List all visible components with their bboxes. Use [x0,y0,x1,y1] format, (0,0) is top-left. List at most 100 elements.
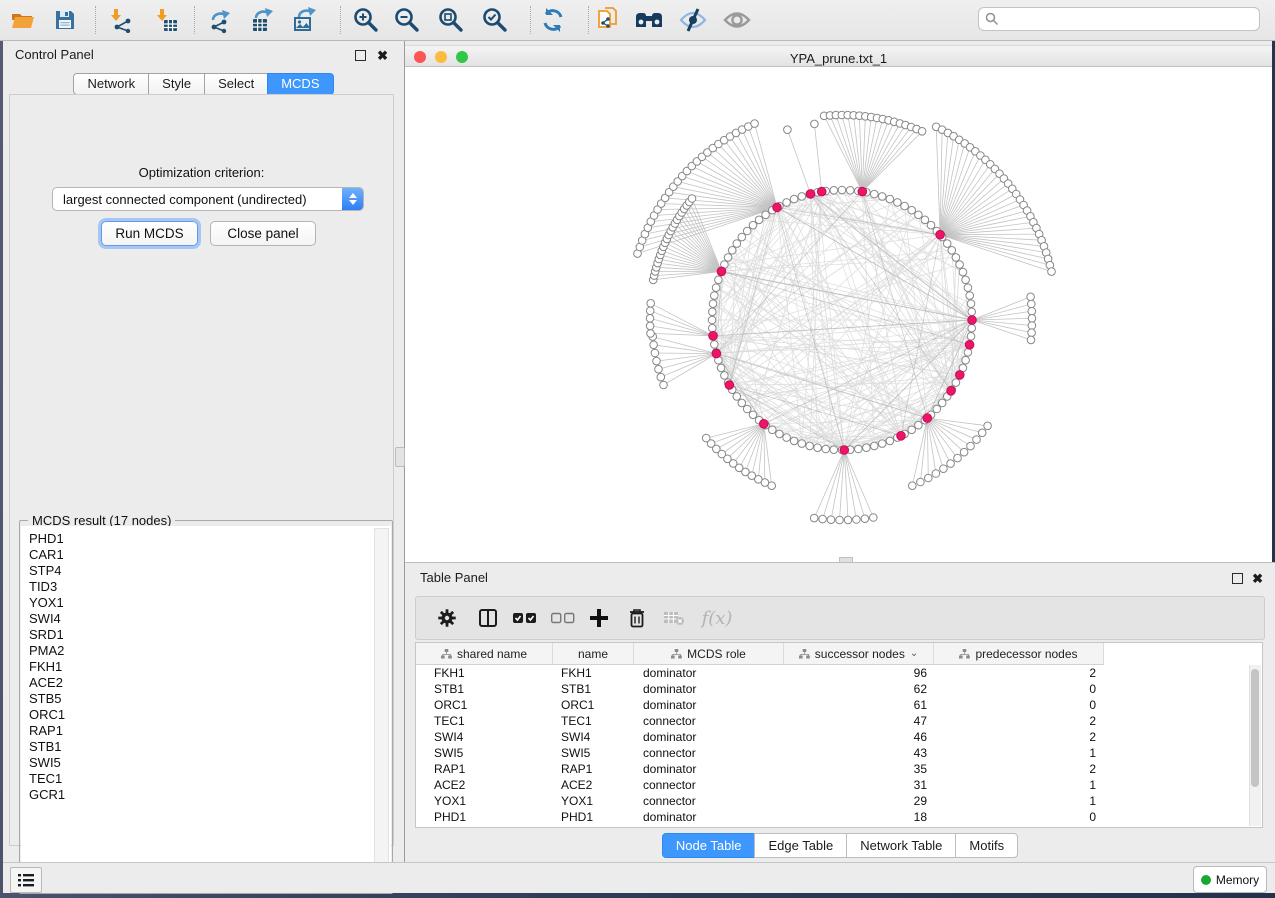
result-item[interactable]: PMA2 [21,643,391,659]
copy-network-icon[interactable] [594,5,624,35]
open-file-icon[interactable] [8,5,38,35]
table-row[interactable]: SWI4SWI4dominator462 [416,729,1104,745]
delete-table-icon[interactable] [659,603,689,633]
tab-edge-table[interactable]: Edge Table [754,833,847,858]
float-panel-icon[interactable] [355,48,366,66]
network-view-frame: YPA_prune.txt_1 [405,41,1272,562]
search-input[interactable] [999,11,1259,27]
close-panel-icon[interactable]: ✖ [377,47,388,65]
node-table[interactable]: shared namenameMCDS rolesuccessor nodes⌄… [415,642,1263,828]
result-item[interactable]: SWI4 [21,611,391,627]
cell-successor-nodes: 29 [784,793,934,809]
tab-motifs[interactable]: Motifs [955,833,1018,858]
table-float-icon[interactable] [1232,571,1243,589]
deselect-all-icon[interactable] [548,603,578,633]
search-field[interactable] [978,7,1260,31]
column-header-shared-name[interactable]: shared name [416,643,553,664]
export-table-icon[interactable] [248,5,278,35]
network-canvas[interactable] [405,67,1272,562]
export-network-icon[interactable] [206,5,236,35]
tab-node-table[interactable]: Node Table [662,833,756,858]
result-list-scrollbar[interactable] [374,528,389,890]
import-table-icon[interactable] [152,5,182,35]
refresh-layout-icon[interactable] [538,5,568,35]
table-row[interactable]: ACE2ACE2connector311 [416,777,1104,793]
table-panel: Table Panel ✖ f(x) shared namenameMCDS r… [405,562,1275,862]
table-row[interactable]: SWI5SWI5connector431 [416,745,1104,761]
table-tabs: Node TableEdge TableNetwork TableMotifs [405,833,1275,858]
result-item[interactable]: CAR1 [21,547,391,563]
result-item[interactable]: YOX1 [21,595,391,611]
cell-MCDS-role: dominator [634,729,784,745]
export-image-icon[interactable] [290,5,320,35]
cell-shared-name: SWI5 [416,745,553,761]
table-row[interactable]: FKH1FKH1dominator962 [416,665,1104,681]
zoom-selected-icon[interactable] [480,5,510,35]
result-item[interactable]: STP4 [21,563,391,579]
cell-MCDS-role: dominator [634,809,784,825]
run-mcds-button[interactable]: Run MCDS [101,221,198,246]
cell-name: YOX1 [553,793,634,809]
result-item[interactable]: SWI5 [21,755,391,771]
result-item[interactable]: SRD1 [21,627,391,643]
column-header-predecessor-nodes[interactable]: predecessor nodes [934,643,1104,664]
tab-select[interactable]: Select [204,73,268,95]
table-row[interactable]: ORC1ORC1dominator610 [416,697,1104,713]
search-network-icon[interactable] [634,5,664,35]
cell-successor-nodes: 43 [784,745,934,761]
zoom-out-icon[interactable] [392,5,422,35]
column-header-name[interactable]: name [553,643,634,664]
table-close-icon[interactable]: ✖ [1252,570,1263,588]
import-network-icon[interactable] [106,5,136,35]
result-item[interactable]: ORC1 [21,707,391,723]
result-item[interactable]: STB5 [21,691,391,707]
zoom-in-icon[interactable] [351,5,381,35]
status-bar: Memory [3,862,1275,893]
result-item[interactable]: TEC1 [21,771,391,787]
control-panel-title: Control Panel [15,46,94,64]
save-session-icon[interactable] [50,5,80,35]
criterion-select[interactable]: largest connected component (undirected) [52,187,364,211]
result-item[interactable]: ACE2 [21,675,391,691]
add-column-icon[interactable] [584,603,614,633]
table-scrollbar[interactable] [1249,665,1261,826]
cell-successor-nodes: 96 [784,665,934,681]
tab-style[interactable]: Style [148,73,205,95]
list-icon [17,872,35,888]
tab-network-table[interactable]: Network Table [846,833,956,858]
network-titlebar[interactable]: YPA_prune.txt_1 [405,45,1272,67]
show-all-icon[interactable] [722,5,752,35]
table-row[interactable]: STB1STB1dominator620 [416,681,1104,697]
result-item[interactable]: TID3 [21,579,391,595]
main-toolbar [0,0,1275,41]
result-item[interactable]: GCR1 [21,787,391,803]
panel-splitter-handle[interactable] [395,447,405,467]
show-columns-icon[interactable] [473,603,503,633]
hide-selected-icon[interactable] [678,5,708,35]
cell-MCDS-role: connector [634,777,784,793]
delete-column-icon[interactable] [622,603,652,633]
table-toolbar: f(x) [415,596,1265,640]
table-row[interactable]: TEC1TEC1connector472 [416,713,1104,729]
result-item[interactable]: RAP1 [21,723,391,739]
function-builder-icon[interactable]: f(x) [696,603,738,633]
close-panel-button[interactable]: Close panel [210,221,316,246]
column-header-MCDS-role[interactable]: MCDS role [634,643,784,664]
table-settings-gear-icon[interactable] [432,603,462,633]
cell-shared-name: YOX1 [416,793,553,809]
cell-predecessor-nodes: 1 [934,793,1104,809]
memory-button[interactable]: Memory [1193,866,1267,893]
table-row[interactable]: RAP1RAP1dominator352 [416,761,1104,777]
mcds-result-list[interactable]: PHD1CAR1STP4TID3YOX1SWI4SRD1PMA2FKH1ACE2… [21,526,391,892]
result-item[interactable]: PHD1 [21,531,391,547]
table-row[interactable]: YOX1YOX1connector291 [416,793,1104,809]
table-row[interactable]: PHD1PHD1dominator180 [416,809,1104,825]
tab-network[interactable]: Network [73,73,149,95]
result-item[interactable]: FKH1 [21,659,391,675]
task-history-button[interactable] [10,867,42,893]
column-header-successor-nodes[interactable]: successor nodes⌄ [784,643,934,664]
result-item[interactable]: STB1 [21,739,391,755]
select-all-icon[interactable] [510,603,540,633]
zoom-fit-icon[interactable] [436,5,466,35]
tab-mcds[interactable]: MCDS [267,73,333,95]
